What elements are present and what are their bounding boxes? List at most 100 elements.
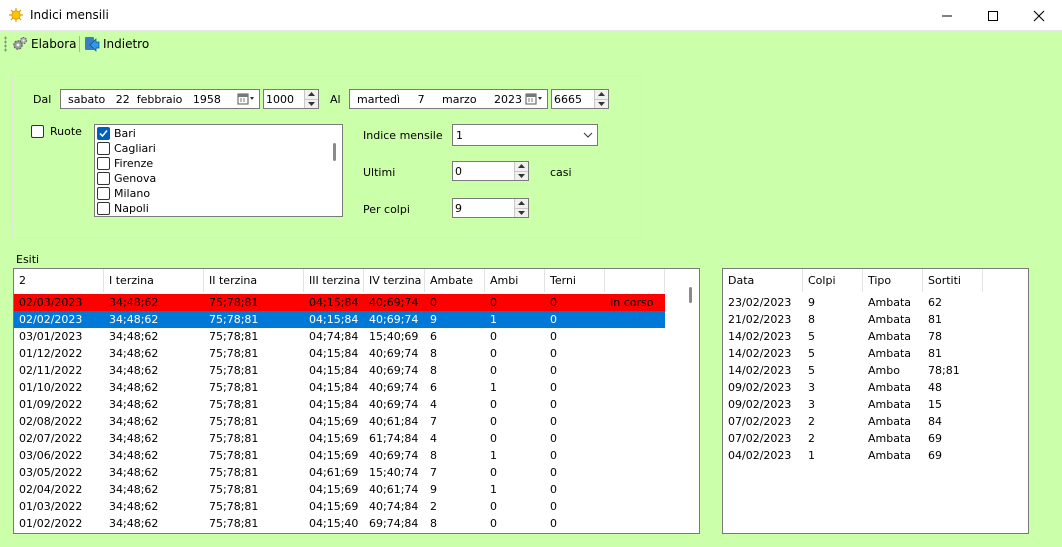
- table-row[interactable]: 21/02/2023 8 Ambata 81: [723, 311, 983, 328]
- list-item-napoli[interactable]: Napoli: [97, 201, 149, 216]
- table-cell: 0: [550, 415, 557, 428]
- table-row[interactable]: 09/02/2023 3 Ambata 15: [723, 396, 983, 413]
- table-row[interactable]: 01/02/2022 34;48;62 75;78;81 04;15;40 69;74;…: [14, 515, 665, 532]
- checkbox[interactable]: [97, 172, 110, 185]
- al-number-stepper[interactable]: 6665: [551, 89, 609, 109]
- dal-number-stepper[interactable]: 1000: [263, 89, 319, 109]
- listbox-scrollbar[interactable]: [327, 125, 342, 216]
- table-scrollbar[interactable]: [682, 269, 699, 533]
- column-header[interactable]: II terzina: [204, 269, 304, 292]
- table-row[interactable]: 09/02/2023 3 Ambata 48: [723, 379, 983, 396]
- table-row[interactable]: 03/06/2022 34;48;62 75;78;81 04;15;69 40;69;…: [14, 447, 665, 464]
- table-cell: Ambata: [868, 313, 912, 326]
- column-header[interactable]: Ambi: [485, 269, 545, 292]
- table-row[interactable]: 01/09/2022 34;48;62 75;78;81 04;15;84 40;69;…: [14, 396, 665, 413]
- table-cell: 15;40;74: [369, 466, 419, 479]
- spin-down-icon[interactable]: [595, 98, 608, 108]
- list-item-cagliari[interactable]: Cagliari: [97, 141, 156, 156]
- column-header[interactable]: IV terzina: [364, 269, 425, 292]
- esiti-table[interactable]: 2I terzina II terzina III terzina IV terzin…: [13, 268, 700, 534]
- table-row[interactable]: 23/02/2023 9 Ambata 62: [723, 294, 983, 311]
- checkbox[interactable]: [97, 202, 110, 215]
- column-header[interactable]: Tipo: [863, 269, 923, 292]
- spin-up-icon[interactable]: [305, 90, 318, 99]
- indice-value: 1: [456, 128, 463, 142]
- elabora-button[interactable]: Elabora: [12, 33, 77, 54]
- column-header[interactable]: Sortiti: [923, 269, 983, 292]
- dettaglio-table[interactable]: Data Colpi Tipo Sortiti 23/02/2023 9 Ambata 62…: [722, 268, 1029, 534]
- table-cell: 01/10/2022: [19, 381, 83, 394]
- indietro-button[interactable]: Indietro: [84, 33, 149, 54]
- table-row[interactable]: 02/08/2022 34;48;62 75;78;81 04;15;69 40;61;…: [14, 413, 665, 430]
- ruote-checkbox-box[interactable]: [31, 125, 44, 138]
- table-row[interactable]: 01/10/2022 34;48;62 75;78;81 04;15;84 40;69;…: [14, 379, 665, 396]
- checkbox[interactable]: [97, 157, 110, 170]
- column-header[interactable]: Ambate: [425, 269, 485, 292]
- table-cell: 23/02/2023: [728, 296, 792, 309]
- table-row[interactable]: 07/02/2023 2 Ambata 84: [723, 413, 983, 430]
- ruote-listbox[interactable]: Bari Cagliari Firenze Genova Milano Napo…: [94, 124, 343, 217]
- column-header[interactable]: III terzina: [304, 269, 364, 292]
- table-cell: 04;15;84: [309, 364, 359, 377]
- list-item-bari[interactable]: Bari: [97, 126, 136, 141]
- close-button[interactable]: [1016, 0, 1062, 31]
- column-header[interactable]: Colpi: [803, 269, 863, 292]
- table-cell: 1: [490, 449, 497, 462]
- table-row[interactable]: 04/02/2023 1 Ambata 69: [723, 447, 983, 464]
- minimize-button[interactable]: [924, 0, 970, 31]
- table-row[interactable]: 02/07/2022 34;48;62 75;78;81 04;15;69 61;74;…: [14, 430, 665, 447]
- spin-down-icon[interactable]: [305, 98, 318, 108]
- dal-date-picker[interactable]: sabato 22 febbraio 1958: [60, 89, 260, 109]
- table-row[interactable]: 02/03/2023 34;48;62 75;78;81 04;15;84 40;69;…: [14, 294, 665, 311]
- table-row[interactable]: 02/02/2023 34;48;62 75;78;81 04;15;84 40;69;…: [14, 311, 665, 328]
- table-row[interactable]: 02/11/2022 34;48;62 75;78;81 04;15;84 40;69;…: [14, 362, 665, 379]
- column-header[interactable]: [605, 269, 665, 292]
- column-header[interactable]: I terzina: [104, 269, 204, 292]
- table-cell: 40;69;74: [369, 313, 419, 326]
- table-row[interactable]: 03/01/2023 34;48;62 75;78;81 04;74;84 15;40;…: [14, 328, 665, 345]
- spin-up-icon[interactable]: [515, 199, 528, 208]
- dal-number-value: 1000: [266, 92, 294, 106]
- table-row[interactable]: 14/02/2023 5 Ambata 78: [723, 328, 983, 345]
- ruote-checkbox[interactable]: Ruote: [31, 125, 82, 138]
- table-row[interactable]: 03/05/2022 34;48;62 75;78;81 04;61;69 15;40;…: [14, 464, 665, 481]
- indice-select[interactable]: 1: [452, 124, 598, 146]
- column-header[interactable]: Terni: [545, 269, 605, 292]
- table-cell: 0: [490, 330, 497, 343]
- column-header[interactable]: Data: [723, 269, 803, 292]
- checkbox[interactable]: [97, 142, 110, 155]
- spin-down-icon[interactable]: [515, 207, 528, 217]
- al-date-picker[interactable]: martedì 7 marzo 2023: [349, 89, 548, 109]
- scroll-thumb[interactable]: [689, 287, 692, 303]
- table-cell: 0: [550, 347, 557, 360]
- column-header[interactable]: 2: [14, 269, 104, 292]
- scroll-thumb[interactable]: [333, 143, 336, 161]
- percolpi-stepper[interactable]: 9: [452, 198, 529, 218]
- list-item-genova[interactable]: Genova: [97, 171, 156, 186]
- table-row[interactable]: 14/02/2023 5 Ambo 78;81: [723, 362, 983, 379]
- calendar-dropdown-icon[interactable]: [237, 93, 259, 105]
- list-item-firenze[interactable]: Firenze: [97, 156, 153, 171]
- table-cell: 14/02/2023: [728, 330, 792, 343]
- table-cell: 8: [430, 449, 437, 462]
- back-arrow-icon: [85, 36, 100, 52]
- table-cell: Ambata: [868, 347, 912, 360]
- calendar-dropdown-icon[interactable]: [525, 93, 547, 105]
- table-row[interactable]: 02/04/2022 34;48;62 75;78;81 04;15;69 40;61;…: [14, 481, 665, 498]
- table-cell: 40;69;74: [369, 381, 419, 394]
- checkbox-checked[interactable]: [97, 127, 110, 140]
- list-item-milano[interactable]: Milano: [97, 186, 150, 201]
- ultimi-stepper[interactable]: 0: [452, 161, 529, 181]
- table-row[interactable]: 07/02/2023 2 Ambata 69: [723, 430, 983, 447]
- table-row[interactable]: 14/02/2023 5 Ambata 81: [723, 345, 983, 362]
- spin-down-icon[interactable]: [515, 170, 528, 180]
- table-cell: 04;15;84: [309, 313, 359, 326]
- toolbar-grip[interactable]: [4, 36, 7, 52]
- table-row[interactable]: 01/03/2022 34;48;62 75;78;81 04;15;69 40;74;…: [14, 498, 665, 515]
- checkbox[interactable]: [97, 187, 110, 200]
- spin-up-icon[interactable]: [515, 162, 528, 171]
- spin-up-icon[interactable]: [595, 90, 608, 99]
- table-cell: 0: [550, 517, 557, 530]
- maximize-button[interactable]: [970, 0, 1016, 31]
- table-row[interactable]: 01/12/2022 34;48;62 75;78;81 04;15;84 40;69;…: [14, 345, 665, 362]
